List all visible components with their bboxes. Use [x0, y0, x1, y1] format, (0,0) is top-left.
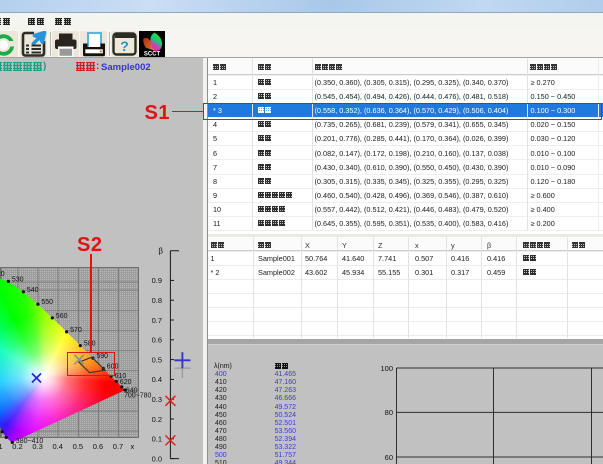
svg-text:620: 620 [120, 379, 132, 386]
svg-text:0.3: 0.3 [152, 395, 162, 404]
svg-text:SCCT: SCCT [144, 52, 161, 58]
svg-text:540: 540 [27, 287, 39, 294]
svg-text:0.5: 0.5 [152, 355, 162, 364]
svg-text:0.0: 0.0 [152, 454, 162, 463]
svg-text:0.9: 0.9 [152, 276, 162, 285]
svg-text:0.1: 0.1 [152, 435, 162, 444]
svg-text:520: 520 [0, 271, 5, 278]
svg-text:0.8: 0.8 [152, 296, 162, 305]
svg-text:0.6: 0.6 [152, 336, 162, 345]
svg-text:0.4: 0.4 [152, 375, 162, 384]
svg-text:β: β [158, 247, 163, 256]
svg-text:560: 560 [56, 313, 68, 320]
svg-text:?: ? [120, 38, 129, 54]
svg-text:530: 530 [12, 276, 24, 283]
svg-text:550: 550 [41, 299, 53, 306]
svg-text:0.7: 0.7 [152, 316, 162, 325]
svg-text:570: 570 [70, 327, 82, 334]
svg-text:0.2: 0.2 [152, 415, 162, 424]
